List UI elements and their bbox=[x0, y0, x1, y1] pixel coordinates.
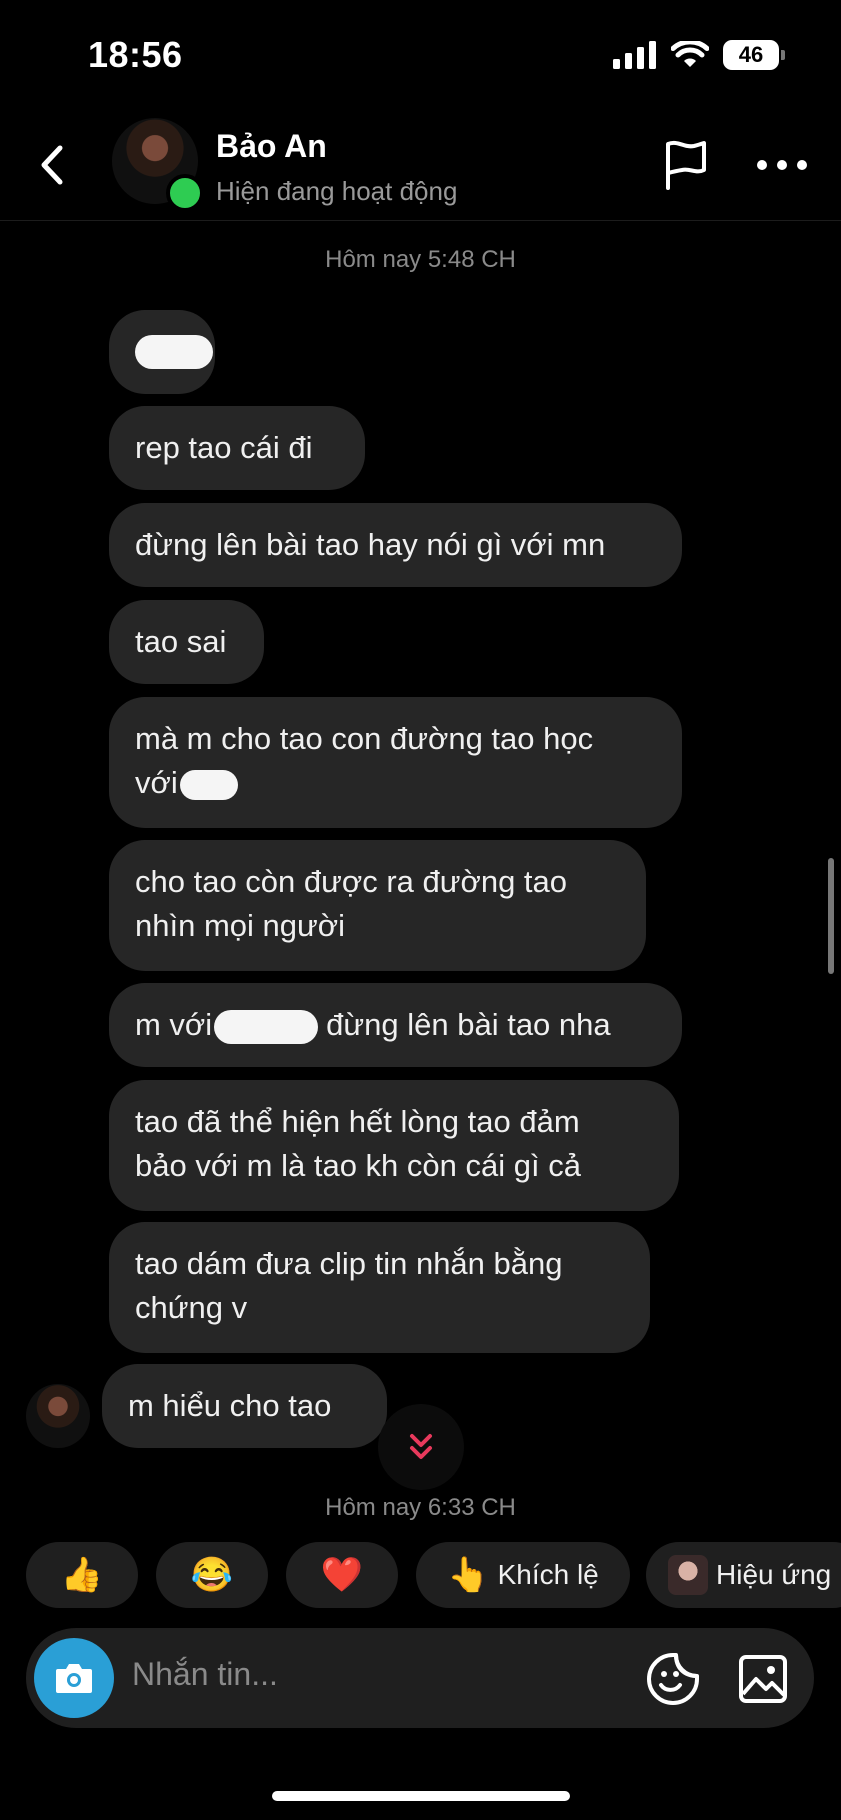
quick-reactions-bar: 👍 😂 ❤️ 👆 Khích lệ Hiệu ứng bbox=[26, 1542, 841, 1608]
message-text: mà m cho tao con đường tao học với bbox=[135, 697, 656, 805]
message-bubble[interactable]: cho tao còn được ra đường tao nhìn mọi n… bbox=[109, 840, 646, 971]
message-text-line: mà m cho tao con đường tao học bbox=[135, 721, 594, 756]
message-text: m hiểu cho tao bbox=[128, 1388, 332, 1423]
message-text: tao sai bbox=[135, 624, 227, 659]
flag-icon[interactable] bbox=[660, 138, 710, 192]
back-chevron-icon[interactable] bbox=[32, 140, 72, 190]
message-bubble[interactable]: rep tao cái đi bbox=[109, 406, 365, 490]
chat-header: Bảo An Hiện đang hoạt động bbox=[0, 110, 841, 221]
timestamp: Hôm nay 5:48 CH bbox=[325, 246, 516, 273]
message-bubble[interactable]: m hiểu cho tao bbox=[102, 1364, 387, 1448]
message-composer: Nhắn tin... bbox=[26, 1628, 814, 1728]
reaction-chip-effects[interactable]: Hiệu ứng bbox=[646, 1542, 841, 1608]
message-text: tao đã thể hiện hết lòng tao đảm bảo với… bbox=[135, 1104, 581, 1183]
reaction-chip-laugh[interactable]: 😂 bbox=[156, 1542, 268, 1608]
more-dots-icon[interactable] bbox=[752, 150, 812, 180]
message-bubble[interactable] bbox=[109, 310, 215, 394]
status-bar: 18:56 46 bbox=[0, 0, 841, 110]
message-bubble[interactable]: đừng lên bài tao hay nói gì với mn bbox=[109, 503, 682, 587]
contact-name[interactable]: Bảo An bbox=[216, 128, 327, 165]
redacted-text bbox=[214, 1009, 319, 1044]
sender-avatar[interactable] bbox=[26, 1384, 90, 1448]
message-bubble[interactable]: mà m cho tao con đường tao học với bbox=[109, 697, 682, 828]
home-indicator bbox=[272, 1791, 570, 1801]
signal-icon bbox=[613, 41, 656, 69]
status-icons: 46 bbox=[613, 40, 785, 70]
message-text: đừng lên bài tao hay nói gì với mn bbox=[135, 527, 606, 562]
message-bubble[interactable]: tao đã thể hiện hết lòng tao đảm bảo với… bbox=[109, 1080, 679, 1211]
double-chevron-down-icon bbox=[410, 1434, 432, 1459]
timestamp: Hôm nay 6:33 CH bbox=[325, 1494, 516, 1521]
gallery-icon[interactable] bbox=[738, 1654, 788, 1704]
heart-icon: ❤️ bbox=[320, 1556, 364, 1594]
battery-icon: 46 bbox=[723, 40, 785, 70]
wifi-icon bbox=[671, 41, 709, 67]
battery-level: 46 bbox=[723, 40, 779, 70]
contact-status: Hiện đang hoạt động bbox=[216, 176, 458, 206]
thumbs-up-icon: 👍 bbox=[60, 1556, 104, 1594]
reaction-chip-heart[interactable]: ❤️ bbox=[286, 1542, 398, 1608]
reaction-chip-thumbs-up[interactable]: 👍 bbox=[26, 1542, 138, 1608]
scroll-to-bottom-button[interactable] bbox=[378, 1404, 464, 1490]
message-text: tao dám đưa clip tin nhắn bằng chứng v bbox=[135, 1246, 563, 1325]
message-text: m với đừng lên bài tao nha bbox=[135, 983, 656, 1047]
sticker-icon[interactable] bbox=[646, 1652, 700, 1706]
chip-label: Hiệu ứng bbox=[716, 1559, 832, 1590]
effect-thumbnail-icon bbox=[668, 1555, 708, 1595]
message-text: cho tao còn được ra đường tao nhìn mọi n… bbox=[135, 864, 568, 943]
message-bubble[interactable]: tao sai bbox=[109, 600, 264, 684]
status-time: 18:56 bbox=[88, 34, 183, 75]
message-text-part: m với bbox=[135, 1007, 213, 1042]
redacted-text bbox=[135, 335, 213, 369]
message-bubble[interactable]: m với đừng lên bài tao nha bbox=[109, 983, 682, 1067]
camera-icon bbox=[56, 1664, 92, 1693]
online-indicator bbox=[166, 174, 204, 212]
message-text-line: với bbox=[135, 765, 178, 800]
pointing-hand-icon: 👆 bbox=[447, 1556, 490, 1594]
message-input[interactable]: Nhắn tin... bbox=[132, 1656, 278, 1693]
chip-label: Khích lệ bbox=[497, 1559, 599, 1590]
message-text-part: đừng lên bài tao nha bbox=[326, 1007, 611, 1042]
message-text: rep tao cái đi bbox=[135, 430, 313, 465]
camera-button[interactable] bbox=[34, 1638, 114, 1718]
redacted-text bbox=[179, 769, 238, 800]
laughing-face-icon: 😂 bbox=[190, 1556, 234, 1594]
message-bubble[interactable]: tao dám đưa clip tin nhắn bằng chứng v bbox=[109, 1222, 650, 1353]
scrollbar[interactable] bbox=[828, 858, 834, 974]
reaction-chip-encourage[interactable]: 👆 Khích lệ bbox=[416, 1542, 630, 1608]
